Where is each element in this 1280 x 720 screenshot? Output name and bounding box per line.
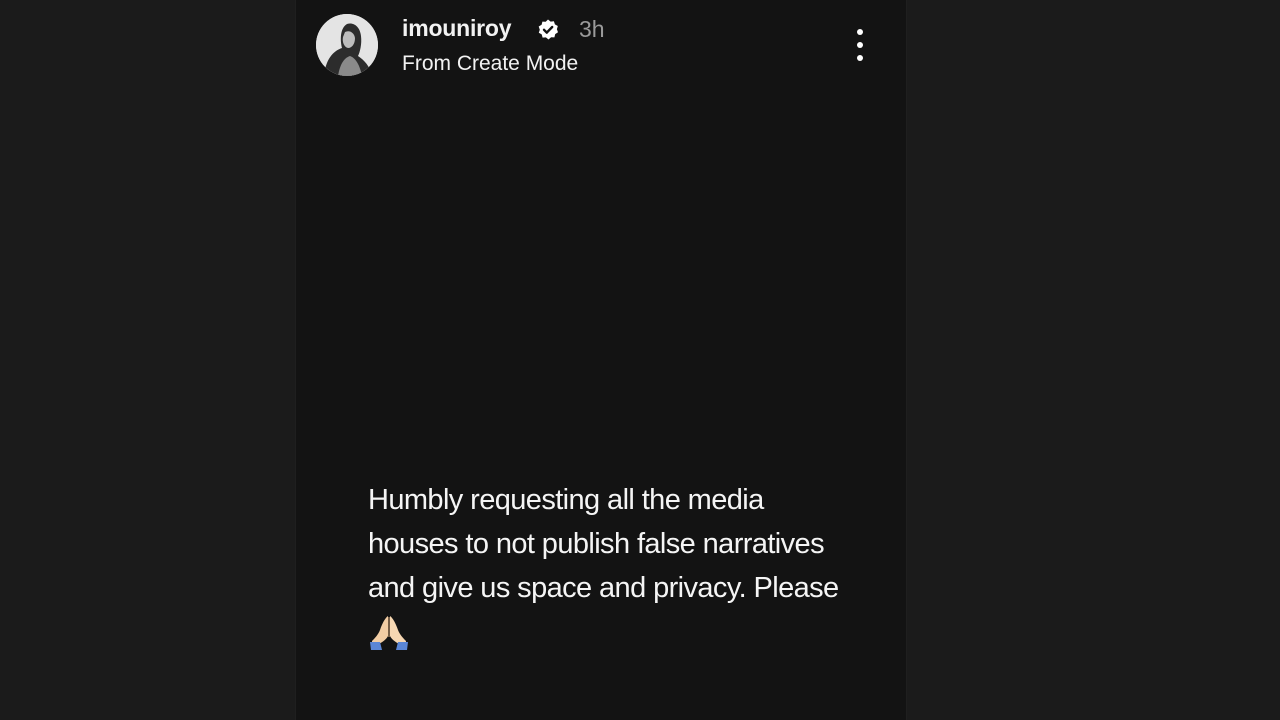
username[interactable]: imouniroy [402, 15, 512, 42]
story-viewer[interactable]: imouniroy 3h From Create Mode Humbly req… [295, 0, 907, 720]
story-header: imouniroy 3h From Create Mode [296, 0, 906, 130]
more-vertical-icon [857, 29, 863, 35]
more-options-button[interactable] [849, 26, 871, 64]
story-text: Humbly requesting all the media houses t… [368, 484, 839, 604]
avatar-image [316, 14, 378, 76]
profile-avatar[interactable] [316, 14, 378, 76]
folded-hands-icon [370, 616, 408, 650]
verified-badge-icon [538, 19, 558, 40]
story-subtitle: From Create Mode [402, 52, 579, 75]
post-timestamp: 3h [579, 16, 605, 42]
